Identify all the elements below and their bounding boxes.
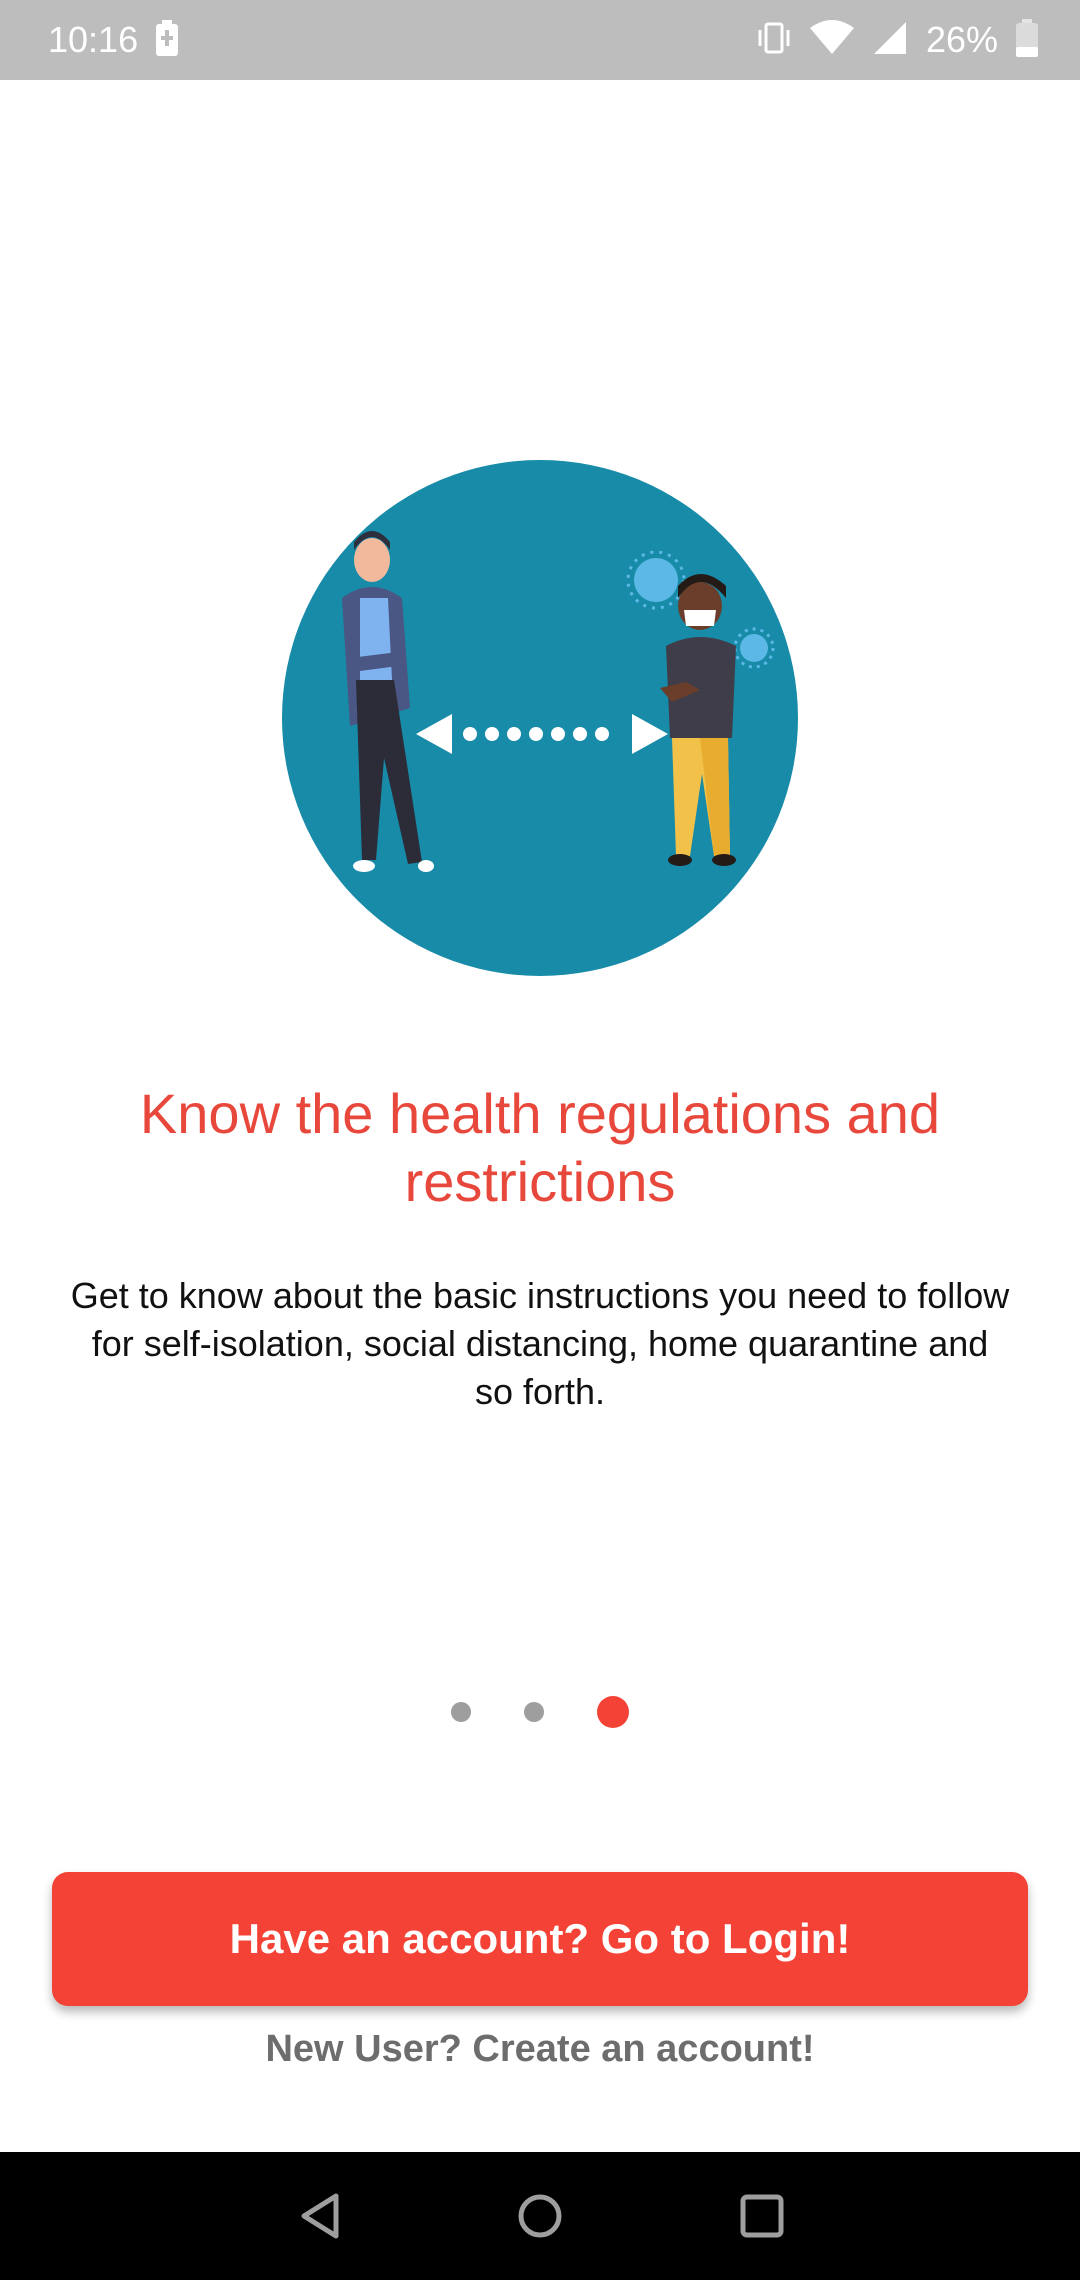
onboarding-screen: 10:16 26% Know the health regulations an… bbox=[0, 0, 1080, 2280]
page-dot-3-active[interactable] bbox=[597, 1696, 629, 1728]
login-button[interactable]: Have an account? Go to Login! bbox=[52, 1872, 1028, 2006]
social-distancing-illustration bbox=[280, 458, 800, 978]
page-dot-1[interactable] bbox=[451, 1702, 471, 1722]
onboarding-headline: Know the health regulations and restrict… bbox=[139, 1082, 941, 1213]
back-icon[interactable] bbox=[284, 2180, 356, 2252]
create-account-link[interactable]: New User? Create an account! bbox=[0, 2028, 1080, 2071]
status-time: 10:16 bbox=[48, 19, 139, 60]
wifi-icon bbox=[809, 19, 854, 61]
battery-charging-icon bbox=[156, 19, 179, 61]
status-bar: 10:16 26% bbox=[0, 0, 1080, 80]
battery-percent: 26% bbox=[925, 19, 998, 60]
recent-apps-icon[interactable] bbox=[726, 2180, 798, 2252]
navigation-bar bbox=[0, 2152, 1080, 2280]
cell-signal-icon bbox=[872, 20, 908, 61]
page-dot-2[interactable] bbox=[524, 1702, 544, 1722]
status-left: 10:16 bbox=[48, 19, 179, 61]
vibrate-icon bbox=[756, 20, 792, 61]
onboarding-description: Get to know about the basic instructions… bbox=[70, 1275, 1010, 1412]
page-indicator bbox=[0, 1692, 1080, 1732]
battery-icon bbox=[1016, 18, 1038, 62]
home-icon[interactable] bbox=[504, 2180, 576, 2252]
status-right: 26% bbox=[756, 18, 1038, 62]
